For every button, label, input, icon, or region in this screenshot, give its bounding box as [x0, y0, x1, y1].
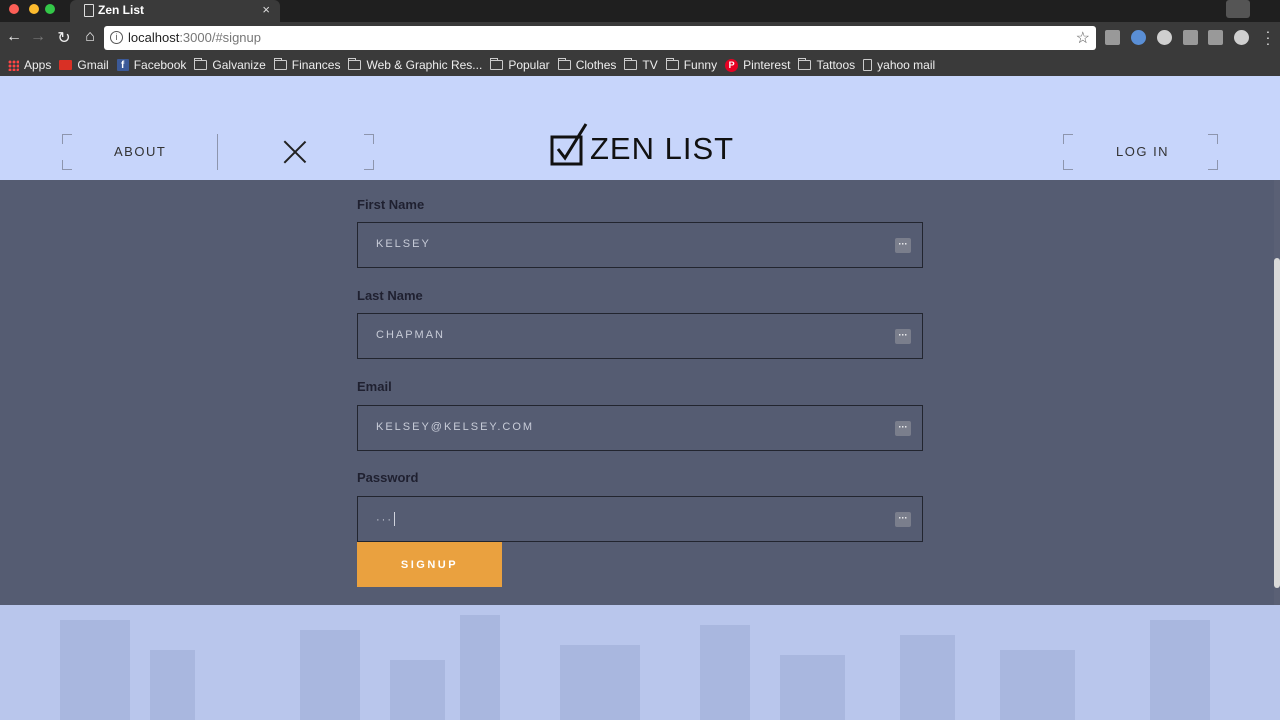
bookmark-popular[interactable]: Popular — [490, 58, 550, 72]
bookmark-label: Gmail — [77, 58, 109, 72]
window-maximize-button[interactable] — [45, 4, 55, 14]
password-value: ··· — [376, 512, 395, 526]
folder-icon — [348, 58, 362, 70]
window-close-button[interactable] — [9, 4, 19, 14]
last-name-value: CHAPMAN — [376, 329, 446, 341]
last-name-field[interactable]: CHAPMAN ··· — [357, 313, 923, 359]
extension-icon[interactable] — [1131, 30, 1146, 45]
site-header: ABOUT ZEN LIST LOG IN — [0, 76, 1280, 180]
site-logo[interactable]: ZEN LIST — [550, 122, 734, 166]
signup-button[interactable]: SIGNUP — [357, 542, 502, 587]
browser-tab[interactable]: Zen List × — [70, 0, 280, 22]
extension-icon[interactable] — [1234, 30, 1249, 45]
bookmark-facebook[interactable]: f Facebook — [116, 58, 187, 72]
extension-icon[interactable] — [1105, 30, 1120, 45]
document-icon — [863, 59, 873, 71]
profile-button[interactable] — [1226, 0, 1250, 18]
password-field[interactable]: ··· ··· — [357, 496, 923, 542]
nav-about-link[interactable]: ABOUT — [114, 144, 166, 159]
bookmark-pinterest[interactable]: P Pinterest — [725, 58, 790, 72]
login-nav-frame[interactable]: LOG IN — [1063, 134, 1218, 170]
reload-icon[interactable]: ↻ — [54, 28, 74, 48]
browser-toolbar: ← → ↻ ⌂ i localhost:3000/#signup ☆ · · · — [0, 22, 1280, 54]
about-nav-frame[interactable]: ABOUT — [62, 134, 217, 170]
folder-icon — [624, 58, 638, 70]
bookmark-apps[interactable]: Apps — [8, 58, 51, 72]
forward-arrow-icon[interactable]: → — [28, 28, 48, 46]
bookmark-label: yahoo mail — [877, 58, 936, 72]
folder-icon — [273, 58, 287, 70]
facebook-icon: f — [116, 59, 129, 71]
bookmark-tv[interactable]: TV — [624, 58, 658, 72]
password-manager-icon[interactable]: ··· — [895, 329, 911, 344]
bookmark-label: Clothes — [575, 58, 617, 72]
url-host: localhost — [128, 30, 180, 45]
email-value: KELSEY@KELSEY.COM — [376, 421, 535, 433]
bookmark-label: TV — [642, 58, 658, 72]
bookmark-label: Popular — [508, 58, 550, 72]
gmail-icon — [59, 60, 73, 70]
bookmark-funny[interactable]: Funny — [665, 58, 718, 72]
folder-icon — [490, 58, 504, 70]
browser-menu-icon[interactable]: · · · — [1264, 24, 1272, 50]
bookmark-label: Apps — [24, 58, 52, 72]
bookmark-label: Pinterest — [743, 58, 791, 72]
extension-icon[interactable] — [1183, 30, 1198, 45]
folder-icon — [557, 58, 571, 70]
password-manager-icon[interactable]: ··· — [895, 512, 911, 527]
first-name-value: KELSEY — [376, 238, 431, 250]
email-field[interactable]: KELSEY@KELSEY.COM ··· — [357, 405, 923, 451]
scrollbar-thumb[interactable] — [1274, 258, 1280, 588]
password-mask: ··· — [376, 514, 393, 526]
folder-icon — [798, 58, 812, 70]
url-text[interactable]: localhost:3000/#signup — [128, 30, 261, 45]
home-icon[interactable]: ⌂ — [80, 28, 100, 46]
bookmark-label: Finances — [291, 58, 341, 72]
bookmark-star-icon[interactable]: ☆ — [1076, 28, 1090, 48]
nav-login-link[interactable]: LOG IN — [1116, 144, 1169, 159]
tab-close-icon[interactable]: × — [262, 2, 270, 17]
page-viewport: ABOUT ZEN LIST LOG IN First Name KELSEY … — [0, 76, 1280, 720]
bookmarks-bar: Apps Gmail f Facebook Galvanize Finances … — [0, 54, 1280, 76]
signup-form: First Name KELSEY ··· Last Name CHAPMAN … — [0, 180, 1274, 605]
bookmark-label: Galvanize — [212, 58, 266, 72]
bookmark-clothes[interactable]: Clothes — [557, 58, 617, 72]
folder-icon — [194, 58, 208, 70]
checkbox-logo-icon — [550, 123, 588, 166]
info-icon[interactable]: i — [110, 31, 123, 44]
first-name-label: First Name — [357, 197, 425, 212]
extension-icon[interactable] — [1157, 30, 1172, 45]
bookmark-label: Funny — [683, 58, 718, 72]
text-caret — [394, 512, 395, 526]
browser-titlebar: Zen List × — [0, 0, 1280, 22]
bookmark-label: Web & Graphic Res... — [366, 58, 483, 72]
close-icon[interactable] — [283, 140, 307, 164]
bookmark-yahoo-mail[interactable]: yahoo mail — [863, 58, 935, 72]
bookmark-finances[interactable]: Finances — [273, 58, 341, 72]
pinterest-icon: P — [725, 58, 739, 72]
logo-text: ZEN LIST — [590, 131, 735, 166]
back-arrow-icon[interactable]: ← — [4, 28, 24, 46]
bookmark-galvanize[interactable]: Galvanize — [194, 58, 266, 72]
apps-icon — [8, 59, 19, 71]
extension-icon[interactable] — [1208, 30, 1223, 45]
bookmark-tattoos[interactable]: Tattoos — [798, 58, 855, 72]
window-minimize-button[interactable] — [29, 4, 39, 14]
url-path: :3000/#signup — [179, 30, 261, 45]
bookmark-gmail[interactable]: Gmail — [59, 58, 109, 72]
email-label: Email — [357, 379, 392, 394]
bookmark-label: Facebook — [133, 58, 187, 72]
bookmark-label: Tattoos — [816, 58, 856, 72]
page-icon — [84, 4, 94, 17]
password-label: Password — [357, 470, 419, 485]
password-manager-icon[interactable]: ··· — [895, 238, 911, 253]
last-name-label: Last Name — [357, 288, 423, 303]
bookmark-web-graphic[interactable]: Web & Graphic Res... — [348, 58, 482, 72]
address-bar[interactable]: i localhost:3000/#signup ☆ — [104, 26, 1096, 50]
tab-title: Zen List — [98, 3, 145, 17]
first-name-field[interactable]: KELSEY ··· — [357, 222, 923, 268]
folder-icon — [665, 58, 679, 70]
city-skyline-background — [0, 605, 1280, 720]
password-manager-icon[interactable]: ··· — [895, 421, 911, 436]
